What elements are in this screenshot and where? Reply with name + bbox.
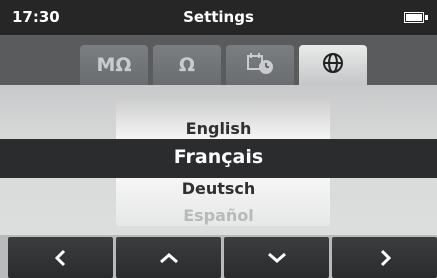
next-tab-button[interactable] xyxy=(332,237,437,278)
previous-tab-button[interactable] xyxy=(8,237,113,278)
navigation-bar xyxy=(0,235,437,278)
clock-settings-icon xyxy=(245,51,275,80)
globe-icon xyxy=(321,51,345,80)
chevron-down-icon xyxy=(267,251,287,265)
chevron-left-icon xyxy=(53,249,69,267)
tab-label: MΩ xyxy=(96,54,132,76)
language-option[interactable]: English xyxy=(0,119,437,138)
scroll-up-button[interactable] xyxy=(116,237,221,278)
tab-strip: MΩ Ω xyxy=(0,35,437,85)
chevron-right-icon xyxy=(377,249,393,267)
tab-insulation-resistance[interactable]: MΩ xyxy=(80,45,148,85)
language-option[interactable]: Español xyxy=(0,206,437,225)
tab-label: Ω xyxy=(178,54,196,76)
tab-resistance[interactable]: Ω xyxy=(153,45,221,85)
language-option[interactable]: Deutsch xyxy=(0,179,437,198)
battery-icon xyxy=(404,12,428,23)
tab-clock-settings[interactable] xyxy=(226,45,294,85)
selected-language[interactable]: Français xyxy=(0,146,437,168)
chevron-up-icon xyxy=(159,251,179,265)
tab-language[interactable] xyxy=(299,45,367,85)
page-title: Settings xyxy=(183,8,254,26)
scroll-down-button[interactable] xyxy=(224,237,329,278)
settings-screen: 17:30 Settings MΩ Ω English Français Deu… xyxy=(0,0,437,278)
status-bar: 17:30 Settings xyxy=(0,0,437,35)
